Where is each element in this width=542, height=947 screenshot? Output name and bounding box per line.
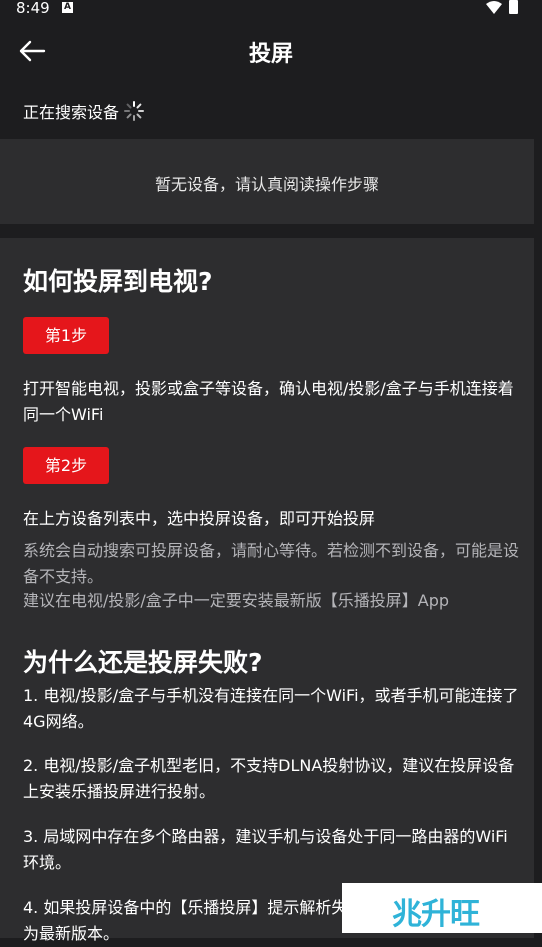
step2-note: 系统会自动搜索可投屏设备，请耐心等待。若检测不到设备，可能是设备不支持。 (23, 541, 520, 586)
guide-panel: 如何投屏到电视? 第1步 打开智能电视，投影或盒子等设备，确认电视/投影/盒子与… (0, 238, 534, 943)
device-list: 暂无设备，请认真阅读操作步骤 (0, 139, 534, 224)
status-time: 8:49 (16, 0, 50, 17)
step1-badge: 第1步 (23, 317, 109, 354)
empty-device-message: 暂无设备，请认真阅读操作步骤 (154, 175, 379, 194)
faq-heading: 为什么还是投屏失败? (23, 648, 263, 677)
watermark-logo: 兆升旺 (342, 883, 542, 933)
search-status-label: 正在搜索设备 (23, 103, 120, 122)
app-bar: 投屏 (0, 28, 542, 74)
search-status: 正在搜索设备 (23, 99, 145, 123)
guide-heading: 如何投屏到电视? (23, 267, 213, 296)
faq-item: 2. 电视/投影/盒子机型老旧，不支持DLNA投射协议，建议在投屏设备上安装乐播… (23, 756, 515, 801)
loading-spinner-icon (124, 101, 145, 121)
faq-item: 3. 局域网中存在多个路由器，建议手机与设备处于同一路由器的WiFi环境。 (23, 827, 508, 872)
status-bar: 8:49 A (0, 0, 542, 18)
step2-badge: 第2步 (23, 447, 109, 484)
step2-text: 在上方设备列表中，选中投屏设备，即可开始投屏 (23, 509, 376, 528)
step2-app-note: 建议在电视/投影/盒子中一定要安装最新版【乐播投屏】App (23, 591, 450, 610)
notification-icon: A (62, 2, 73, 13)
step1-text: 打开智能电视，投影或盒子等设备，确认电视/投影/盒子与手机连接着同一个WiFi (23, 379, 514, 424)
wifi-icon (486, 1, 502, 14)
page-title: 投屏 (248, 42, 293, 67)
watermark-text: 兆升旺 (392, 897, 480, 932)
faq-item: 1. 电视/投影/盒子与手机没有连接在同一个WiFi，或者手机可能连接了4G网络… (23, 686, 519, 731)
battery-icon (509, 0, 518, 14)
